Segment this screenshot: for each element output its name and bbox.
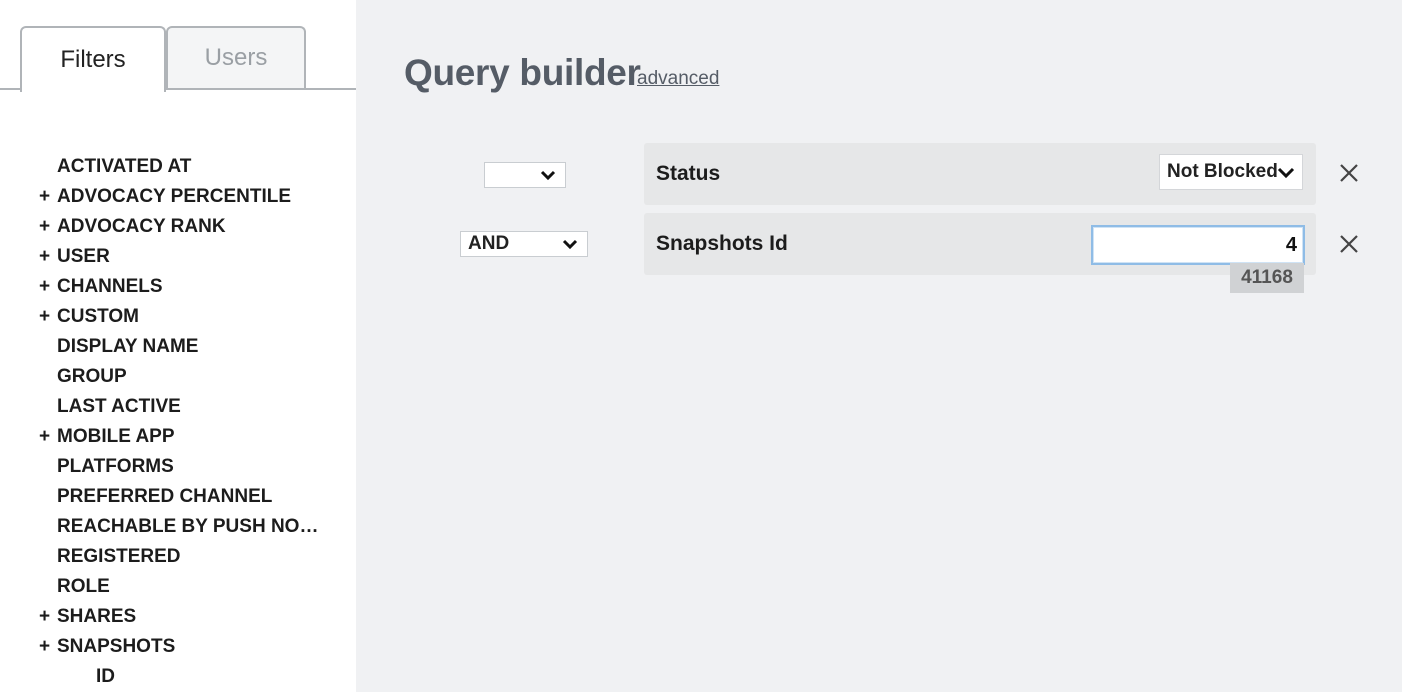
conjunction-select[interactable] — [484, 162, 566, 188]
field-list-item[interactable]: + ADVOCACY PERCENTILE — [0, 182, 320, 212]
tab-users[interactable]: Users — [166, 26, 306, 88]
advanced-link[interactable]: advanced — [637, 68, 719, 90]
field-list-label: PLATFORMS — [57, 456, 174, 477]
field-list-item[interactable]: REACHABLE BY PUSH NOTI... — [0, 512, 320, 542]
field-list-item[interactable]: LAST ACTIVE — [0, 392, 320, 422]
chevron-down-icon — [540, 170, 556, 181]
expand-icon[interactable]: + — [39, 272, 50, 302]
field-list-label: MOBILE APP — [57, 426, 175, 447]
condition-field-label: Snapshots Id — [656, 232, 788, 255]
expand-icon[interactable]: + — [39, 302, 50, 332]
chevron-down-icon — [1277, 167, 1295, 179]
close-icon[interactable] — [1336, 160, 1362, 186]
field-list-label: CHANNELS — [57, 276, 163, 297]
chevron-down-icon — [562, 239, 578, 250]
field-list-item[interactable]: GROUP — [0, 362, 320, 392]
field-list-item[interactable]: + SHARES — [0, 602, 320, 632]
autocomplete-suggestion[interactable]: 41168 — [1230, 263, 1304, 293]
field-list-item[interactable]: PLATFORMS — [0, 452, 320, 482]
snapshots-id-input[interactable] — [1091, 225, 1305, 265]
condition-field-label: Status — [656, 162, 721, 185]
status-value: Not Blocked — [1167, 161, 1278, 182]
field-list-label: USER — [57, 246, 110, 267]
field-list-item[interactable]: PREFERRED CHANNEL — [0, 482, 320, 512]
field-list-item[interactable]: REGISTERED — [0, 542, 320, 572]
expand-icon[interactable]: + — [39, 632, 50, 662]
field-list-item[interactable]: ROLE — [0, 572, 320, 602]
close-icon[interactable] — [1336, 231, 1362, 257]
field-list-item[interactable]: + CHANNELS — [0, 272, 320, 302]
field-list-label: REACHABLE BY PUSH NOTI... — [57, 516, 320, 537]
field-list-label: ACTIVATED AT — [57, 156, 192, 177]
field-list-label: DISPLAY NAME — [57, 336, 199, 357]
field-list-item[interactable]: DISPLAY NAME — [0, 332, 320, 362]
expand-icon[interactable]: + — [39, 182, 50, 212]
field-list-label: CUSTOM — [57, 306, 139, 327]
expand-icon[interactable]: + — [39, 422, 50, 452]
sidebar: Filters Users ACTIVATED AT + ADVOCACY PERC… — [0, 0, 356, 692]
field-list-item[interactable]: + USER — [0, 242, 320, 272]
field-list-label: ADVOCACY RANK — [57, 216, 226, 237]
expand-icon[interactable]: + — [39, 242, 50, 272]
conjunction-select[interactable]: AND — [460, 231, 588, 257]
field-list-label: ID — [96, 666, 115, 687]
tab-filters[interactable]: Filters — [20, 26, 166, 92]
status-value-select[interactable]: Not Blocked — [1159, 154, 1303, 190]
field-list-label: SHARES — [57, 606, 137, 627]
field-list-label: GROUP — [57, 366, 127, 387]
expand-icon[interactable]: + — [39, 602, 50, 632]
condition-row: Status Not Blocked — [644, 143, 1316, 205]
field-list-item[interactable]: + SNAPSHOTS — [0, 632, 320, 662]
field-list-label: SNAPSHOTS — [57, 636, 176, 657]
field-list-item[interactable]: ACTIVATED AT — [0, 152, 320, 182]
sidebar-tabs: Filters Users — [0, 0, 356, 92]
query-builder-panel: Query builder advanced Status Not Blocke… — [356, 0, 1402, 692]
field-list: ACTIVATED AT + ADVOCACY PERCENTILE + ADVOCAC… — [0, 152, 356, 692]
field-list-item[interactable]: + ADVOCACY RANK — [0, 212, 320, 242]
field-list-item[interactable]: ID — [0, 662, 320, 692]
field-list-label: LAST ACTIVE — [57, 396, 181, 417]
field-list-label: ROLE — [57, 576, 110, 597]
field-list-label: PREFERRED CHANNEL — [57, 486, 273, 507]
field-list-item[interactable]: + CUSTOM — [0, 302, 320, 332]
field-list-label: ADVOCACY PERCENTILE — [57, 186, 292, 207]
page-title: Query builder — [404, 52, 641, 93]
field-list-item[interactable]: + MOBILE APP — [0, 422, 320, 452]
conjunction-value: AND — [468, 233, 510, 254]
expand-icon[interactable]: + — [39, 212, 50, 242]
condition-row: Snapshots Id — [644, 213, 1316, 275]
field-list-label: REGISTERED — [57, 546, 181, 567]
